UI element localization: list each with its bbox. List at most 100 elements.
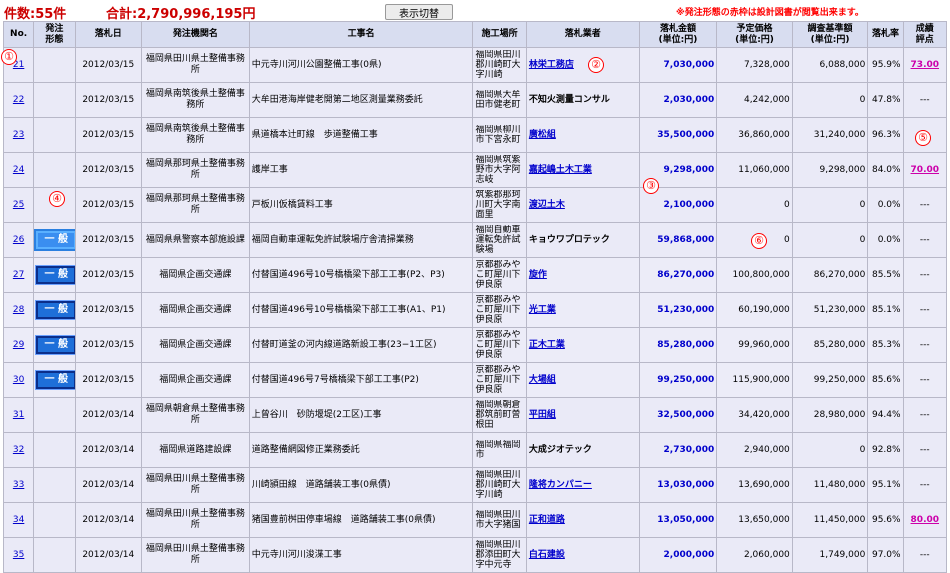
cell-agency: 福岡県田川県土整備事務所 [141,502,250,538]
marker-2: ② [588,57,604,73]
marker-4: ④ [49,191,65,207]
row-number-link[interactable]: 23 [13,130,24,140]
cell-no: 33 [2,467,35,503]
cell-agency: 福岡県朝倉県土整備事務所 [141,397,250,433]
contractor-link[interactable]: 平田組 [529,410,556,420]
cell-base-amount: 11,450,000 [791,502,869,538]
marker-1: ① [1,49,17,65]
row-number-link[interactable]: 30 [13,375,24,385]
cell-award-date: 2012/03/15 [74,327,143,363]
cell-base-amount: 0 [791,432,869,468]
cell-award-date: 2012/03/15 [74,117,143,153]
cell-award-amount: 2,000,000 [638,537,718,573]
row-number-link[interactable]: 24 [13,165,24,175]
contractor-link[interactable]: 廣松組 [529,130,556,140]
cell-award-amount: 2,730,000 [638,432,718,468]
cell-estimated-price: 2,060,000 [716,537,793,573]
cell-agency: 福岡県県警察本部施設課 [141,222,250,258]
row-number-link[interactable]: 31 [13,410,24,420]
table-row: 23 2012/03/15 福岡県南筑後県土整備事務所 県道橋本辻町線 歩道整備工事福… [2,117,948,153]
cell-agency: 福岡県企画交通課 [141,362,250,398]
cell-project-name: 戸板川仮橋賃料工事 [248,187,474,223]
row-number-link[interactable]: 22 [13,95,24,105]
cell-base-amount: 6,088,000 [791,47,869,83]
cell-estimated-price: 13,650,000 [716,502,793,538]
open-tender-badge[interactable]: 一 般 [35,265,75,285]
contractor-name: 大成ジオテック [528,444,592,455]
row-number-link[interactable]: 25 [13,200,24,210]
row-number-link[interactable]: 28 [13,305,24,315]
evaluation-score-link[interactable]: 70.00 [911,165,939,175]
contractor-link[interactable]: 正木工業 [529,340,565,350]
open-tender-badge[interactable]: 一 般 [35,335,75,355]
cell-order-type [33,432,76,468]
location-text: 京都郡みやこ町犀川下伊良原 [475,365,521,395]
cell-base-amount: 85,280,000 [791,327,869,363]
col-header-location: 施工場所 [472,21,527,48]
table-row: 29 一 般 2012/03/15 福岡県企画交通課 付替町道釜の河内線道路新設工事(2… [2,327,948,363]
col-header-evaluation-text: 成績 評点 [915,23,934,45]
evaluation-score-link[interactable]: 73.00 [911,60,939,70]
cell-estimated-price: 60,190,000 [716,292,793,328]
contractor-link[interactable]: 林栄工務店 [529,60,574,70]
row-number-link[interactable]: 29 [13,340,24,350]
cell-award-rate: 95.9% [867,47,904,83]
table-row: 31 2012/03/14 福岡県朝倉県土整備事務所 上曾谷川 砂防堰堤(2工区)工事… [2,397,948,433]
cell-award-amount: 2,030,000 [638,82,718,118]
cell-contractor: 光工業 [525,292,640,328]
location-text: 筑紫郡那珂川町大字南面里 [475,190,521,220]
open-tender-badge[interactable]: 一 般 [34,229,75,251]
row-number-link[interactable]: 33 [13,480,24,490]
row-number-link[interactable]: 35 [13,550,24,560]
contractor-link[interactable]: 正和道路 [529,515,565,525]
cell-project-name: 大牟田港海岸健老開第二地区測量業務委託 [248,82,474,118]
contractor-link[interactable]: 隆将カンパニー [529,480,592,490]
cell-evaluation: --- [902,82,948,118]
display-toggle-button[interactable]: 表示切替 [385,4,453,20]
cell-project-name: 福岡自動車運転免許試験場庁舎清掃業務 [248,222,474,258]
cell-no: 30 [2,362,35,398]
table-row: 32 2012/03/14 福岡県道路建設課 道路整備網図修正業務委託 福岡県福岡市 大成… [2,432,948,468]
contractor-link[interactable]: 嘉起嶋土木工業 [529,165,592,175]
contractor-link[interactable]: 渡辺土木 [529,200,565,210]
cell-award-rate: 0.0% [867,222,904,258]
cell-location: 福岡県田川郡添田町大字中元寺 [472,537,527,573]
cell-order-type: 一 般 [33,327,76,363]
col-header-award-amount: 落札金額 (単位:円) [638,21,718,48]
evaluation-score-link[interactable]: 80.00 [911,515,939,525]
location-text: 京都郡みやこ町犀川下伊良原 [475,295,521,325]
open-tender-badge[interactable]: 一 般 [35,300,75,320]
contractor-link[interactable]: 白石建設 [529,550,565,560]
row-number-link[interactable]: 27 [13,270,24,280]
contractor-link[interactable]: 光工業 [529,305,556,315]
row-number-link[interactable]: 32 [13,445,24,455]
cell-contractor: 正和道路 [525,502,640,538]
marker-6: ⑥ [751,233,767,249]
cell-project-name: 県道橋本辻町線 歩道整備工事 [248,117,474,153]
cell-base-amount: 86,270,000 [791,257,869,293]
cell-contractor: 白石建設 [525,537,640,573]
cell-location: 福岡自動車運転免許試験場 [472,222,527,258]
table-row: 28 一 般 2012/03/15 福岡県企画交通課 付替国道496号10号橋橋梁下部工… [2,292,948,328]
cell-project-name: 猪国豊前桝田停車場線 道路舗装工事(0県債) [248,502,474,538]
cell-order-type: 一 般 [33,362,76,398]
cell-award-amount: 86,270,000 [638,257,718,293]
cell-evaluation: --- [902,362,948,398]
row-number-link[interactable]: 34 [13,515,24,525]
cell-award-amount: 85,280,000 [638,327,718,363]
cell-evaluation: --- [902,292,948,328]
contractor-link[interactable]: 大場組 [529,375,556,385]
cell-order-type [33,152,76,188]
open-tender-badge[interactable]: 一 般 [35,370,75,390]
location-text: 福岡県田川市大字猪国 [475,510,521,530]
cell-base-amount: 28,980,000 [791,397,869,433]
cell-estimated-price: 11,060,000 [716,152,793,188]
cell-no: 28 [2,292,35,328]
row-number-link[interactable]: 26 [13,235,24,245]
cell-contractor: 嘉起嶋土木工業 [525,152,640,188]
cell-award-date: 2012/03/15 [74,362,143,398]
cell-base-amount: 31,240,000 [791,117,869,153]
contractor-link[interactable]: 旋作 [529,270,547,280]
cell-project-name: 中元寺川河川浚渫工事 [248,537,474,573]
table-row: 21 2012/03/15 福岡県田川県土整備事務所 中元寺川河川公園整備工事(0県)… [2,47,948,83]
